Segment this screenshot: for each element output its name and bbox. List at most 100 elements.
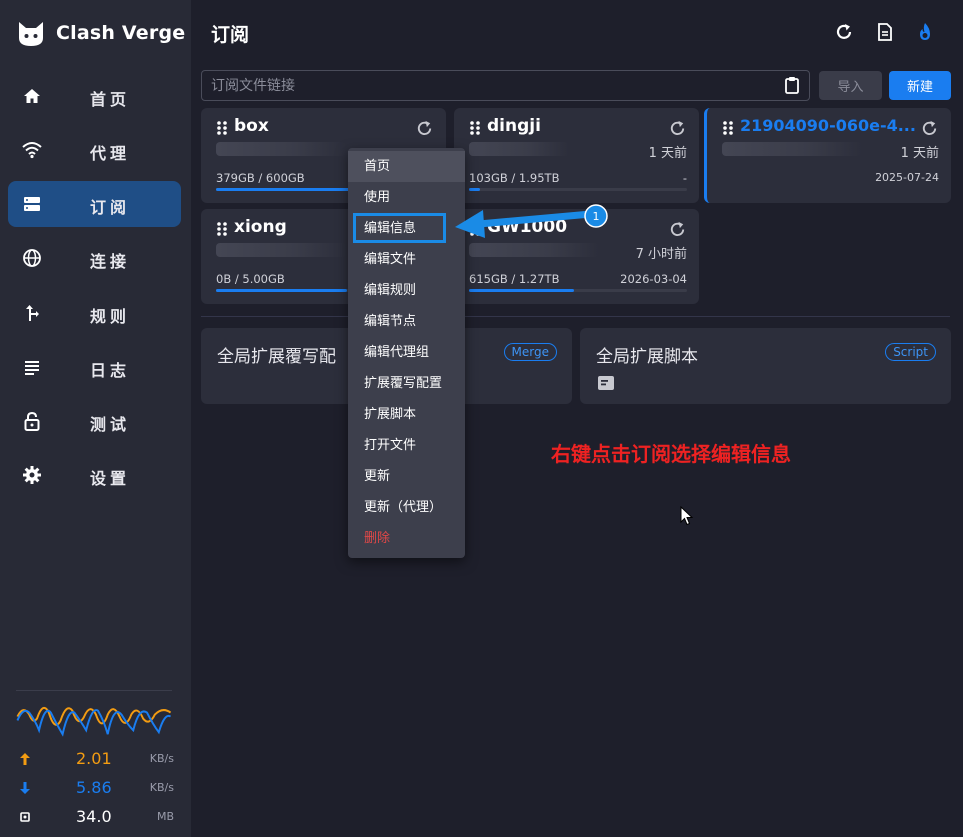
context-menu: 首页 使用 编辑信息 编辑文件 编辑规则 编辑节点 编辑代理组 扩展覆写配置 扩…: [348, 148, 465, 558]
upload-speed: 2.01: [76, 749, 112, 768]
sidebar-item-label: 连接: [90, 252, 131, 271]
subscription-url-input[interactable]: [201, 70, 810, 101]
usage-progress: [469, 289, 687, 292]
refresh-icon[interactable]: [668, 119, 687, 138]
sidebar-item-label: 代理: [90, 144, 131, 163]
profile-expire: -: [682, 171, 687, 185]
sidebar-item-home[interactable]: 首页: [8, 73, 181, 119]
profile-usage: 0B / 5.00GB: [216, 272, 285, 286]
sidebar-item-proxy[interactable]: 代理: [8, 127, 181, 173]
page-title: 订阅: [211, 24, 250, 46]
profile-expire: 2026-03-04: [620, 272, 687, 286]
gear-icon: [23, 466, 41, 484]
sidebar-item-profiles[interactable]: 订阅: [8, 181, 181, 227]
profile-usage: 615GB / 1.27TB: [469, 272, 560, 286]
arrow-down-icon: [20, 782, 30, 794]
menu-item-edit-nodes[interactable]: 编辑节点: [348, 306, 465, 337]
clipboard-icon[interactable]: [783, 76, 801, 94]
sidebar: Clash Verge 首页 代理 订阅 连接 规则 日志 测试 设置 2.01…: [0, 0, 191, 837]
sidebar-item-label: 首页: [90, 90, 131, 109]
usage-progress-fill: [216, 289, 347, 292]
download-unit: KB/s: [149, 781, 174, 794]
profile-updated: 1 天前: [648, 146, 687, 161]
refresh-icon[interactable]: [668, 220, 687, 239]
menu-item-home[interactable]: 首页: [348, 151, 465, 182]
profile-card[interactable]: dingji 1 天前 103GB / 1.95TB -: [454, 108, 699, 203]
profile-expire: 2025-07-24: [875, 171, 939, 184]
profile-url-blurred: [216, 142, 346, 156]
profile-card-selected[interactable]: 21904090-060e-4... 1 天前 2025-07-24: [704, 108, 951, 203]
import-button[interactable]: 导入: [819, 71, 882, 100]
menu-item-extend-script[interactable]: 扩展脚本: [348, 399, 465, 430]
memory-stat: 34.0 MB: [14, 807, 174, 829]
traffic-graph: [16, 690, 172, 737]
app-logo: Clash Verge: [16, 16, 185, 50]
profile-name: xiong: [234, 217, 287, 237]
profile-updated: 1 天前: [900, 146, 939, 161]
profile-url-blurred: [722, 142, 862, 156]
profile-url-blurred: [216, 243, 346, 257]
arrow-up-icon: [20, 753, 30, 765]
cat-logo-icon: [19, 22, 43, 46]
refresh-icon[interactable]: [920, 119, 939, 138]
script-file-icon: [598, 376, 614, 390]
divider: [201, 316, 950, 317]
wifi-icon: [22, 142, 42, 159]
memory-usage: 34.0: [76, 807, 112, 826]
usage-progress-fill: [216, 188, 354, 191]
menu-item-edit-proxy-groups[interactable]: 编辑代理组: [348, 337, 465, 368]
sidebar-item-label: 日志: [90, 361, 131, 380]
sidebar-item-label: 设置: [90, 469, 131, 488]
sidebar-item-logs[interactable]: 日志: [8, 344, 181, 390]
download-speed: 5.86: [76, 778, 112, 797]
fire-icon[interactable]: [915, 22, 935, 42]
usage-progress-fill: [469, 188, 480, 191]
drag-handle-icon[interactable]: [216, 120, 228, 136]
menu-item-delete[interactable]: 删除: [348, 523, 465, 554]
mouse-cursor-icon: [680, 506, 694, 526]
annotation-text: 右键点击订阅选择编辑信息: [551, 442, 791, 466]
drag-handle-icon[interactable]: [469, 120, 481, 136]
document-icon[interactable]: [875, 22, 895, 42]
profile-name: box: [234, 116, 269, 136]
profile-name: 21904090-060e-4...: [740, 116, 916, 135]
sidebar-item-settings[interactable]: 设置: [8, 452, 181, 498]
annotation-arrow: 1: [455, 204, 608, 238]
chip-icon: [20, 812, 30, 822]
usage-progress: [469, 188, 687, 191]
memory-unit: MB: [156, 810, 174, 823]
menu-item-edit-file[interactable]: 编辑文件: [348, 244, 465, 275]
sidebar-item-connections[interactable]: 连接: [8, 235, 181, 281]
menu-item-update-proxy[interactable]: 更新（代理）: [348, 492, 465, 523]
usage-progress-fill: [469, 289, 574, 292]
menu-item-open-file[interactable]: 打开文件: [348, 430, 465, 461]
lock-icon: [24, 411, 40, 431]
menu-item-edit-rules[interactable]: 编辑规则: [348, 275, 465, 306]
upload-stat: 2.01 KB/s: [14, 749, 174, 771]
merge-badge: Merge: [503, 343, 557, 361]
menu-item-edit-info[interactable]: 编辑信息: [348, 213, 465, 244]
menu-item-extend-merge[interactable]: 扩展覆写配置: [348, 368, 465, 399]
lines-icon: [25, 361, 39, 375]
refresh-icon[interactable]: [415, 119, 434, 138]
app-name: Clash Verge: [56, 22, 186, 44]
script-extension-card[interactable]: 全局扩展脚本 Script: [580, 328, 951, 404]
profile-url-blurred: [469, 142, 569, 156]
new-button[interactable]: 新建: [889, 71, 951, 100]
sidebar-item-rules[interactable]: 规则: [8, 290, 181, 336]
menu-item-update[interactable]: 更新: [348, 461, 465, 492]
upload-unit: KB/s: [149, 752, 174, 765]
refresh-icon[interactable]: [834, 22, 854, 42]
profile-usage: 103GB / 1.95TB: [469, 171, 560, 185]
profile-updated: 7 小时前: [635, 247, 687, 262]
home-icon: [24, 89, 40, 103]
profile-usage: 379GB / 600GB: [216, 171, 305, 185]
sidebar-item-test[interactable]: 测试: [8, 398, 181, 444]
profile-name: dingji: [487, 116, 541, 136]
sidebar-item-label: 订阅: [90, 198, 131, 217]
drag-handle-icon[interactable]: [216, 221, 228, 237]
drag-handle-icon[interactable]: [722, 120, 734, 136]
step-number: 1: [593, 210, 600, 223]
menu-item-use[interactable]: 使用: [348, 182, 465, 213]
ext-title: 全局扩展脚本: [596, 347, 698, 367]
